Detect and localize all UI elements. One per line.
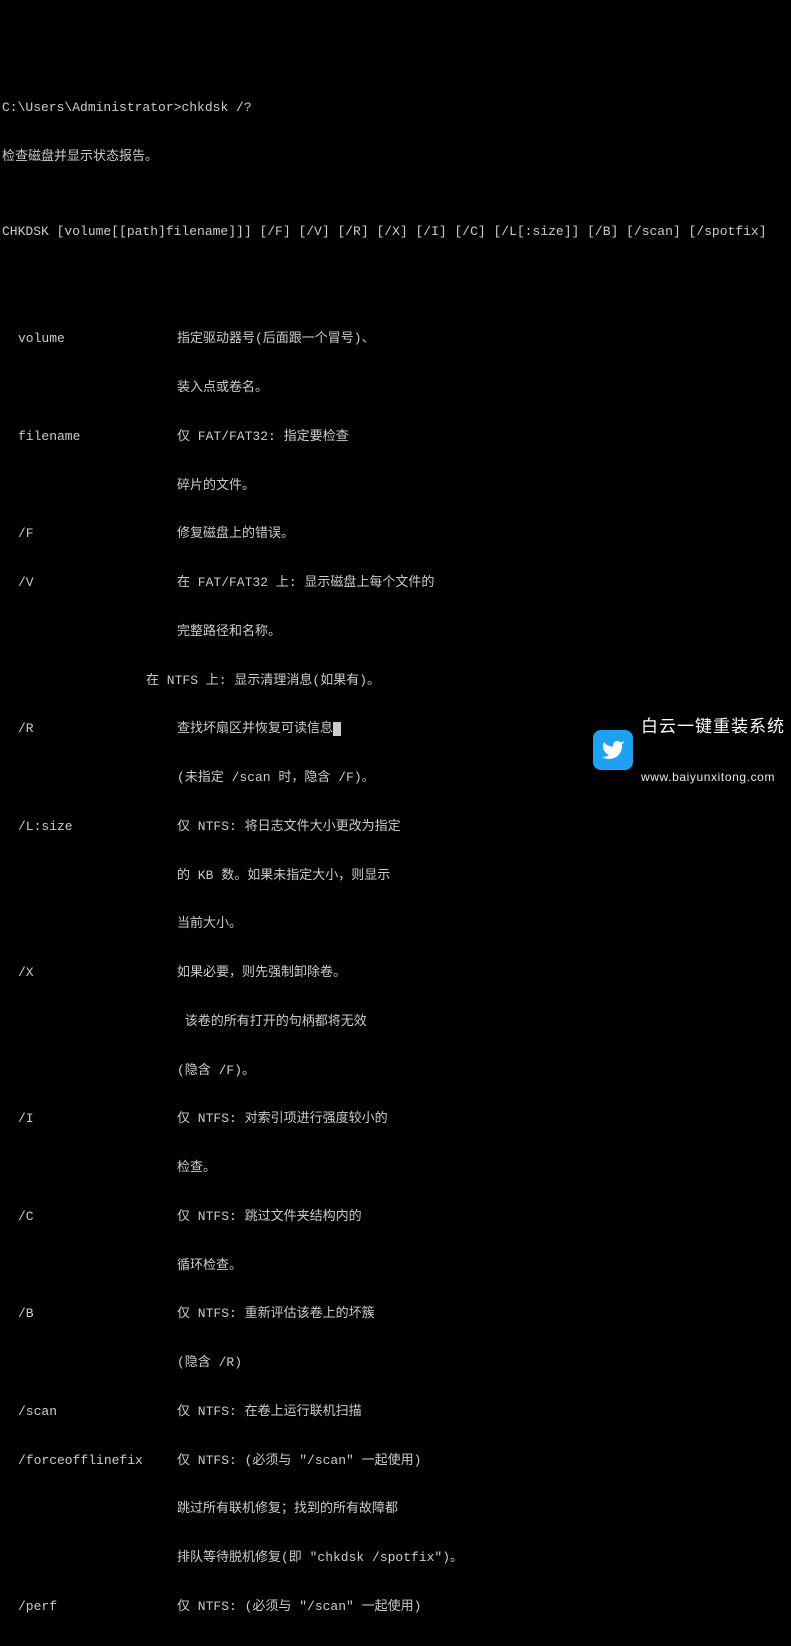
watermark: 白云一键重装系统 www.baiyunxitong.com <box>593 683 785 817</box>
param-desc: 检查。 <box>2 1160 789 1176</box>
param-name: /R <box>2 721 177 737</box>
cursor-icon <box>333 722 341 736</box>
param-name: filename <box>2 429 177 445</box>
param-name: /I <box>2 1111 177 1127</box>
param-desc: 跳过所有联机修复；找到的所有故障都 <box>2 1501 789 1517</box>
param-desc: 仅 NTFS: 跳过文件夹结构内的 <box>177 1209 789 1225</box>
param-name: /perf <box>2 1599 177 1615</box>
param-desc: 仅 FAT/FAT32: 指定要检查 <box>177 429 789 445</box>
param-name: /V <box>2 575 177 591</box>
param-name: /scan <box>2 1404 177 1420</box>
description-line: 检查磁盘并显示状态报告。 <box>2 149 789 165</box>
bird-icon <box>601 738 625 762</box>
prompt-line: C:\Users\Administrator>chkdsk /? <box>2 100 789 116</box>
syntax-line: CHKDSK [volume[[path]filename]]] [/F] [/… <box>2 224 789 240</box>
param-name: /L:size <box>2 819 177 835</box>
param-name: /X <box>2 965 177 981</box>
param-desc: 修复磁盘上的错误。 <box>177 526 789 542</box>
param-desc-text: 查找坏扇区并恢复可读信息 <box>177 721 333 736</box>
param-desc: (隐含 /R) <box>2 1355 789 1371</box>
param-desc: 仅 NTFS: 将日志文件大小更改为指定 <box>177 819 789 835</box>
param-name: volume <box>2 331 177 347</box>
param-desc: 仅 NTFS: 在卷上运行联机扫描 <box>177 1404 789 1420</box>
command-text: chkdsk /? <box>181 100 251 116</box>
param-desc: 在 FAT/FAT32 上: 显示磁盘上每个文件的 <box>177 575 789 591</box>
param-desc: 当前大小。 <box>2 916 789 932</box>
watermark-badge <box>593 730 633 770</box>
param-desc: 完整路径和名称。 <box>2 624 789 640</box>
watermark-url: www.baiyunxitong.com <box>641 770 785 785</box>
param-desc: 碎片的文件。 <box>2 478 789 494</box>
param-desc: 仅 NTFS: 重新评估该卷上的坏簇 <box>177 1306 789 1322</box>
param-desc: 仅 NTFS: 对索引项进行强度较小的 <box>177 1111 789 1127</box>
parameters-block: volume指定驱动器号(后面跟一个冒号)、 装入点或卷名。 filename仅… <box>2 299 789 1646</box>
param-desc: 该卷的所有打开的句柄都将无效 <box>2 1014 789 1030</box>
param-desc: 排队等待脱机修复(即 "chkdsk /spotfix")。 <box>2 1550 789 1566</box>
terminal-output: C:\Users\Administrator>chkdsk /? 检查磁盘并显示… <box>0 65 791 1646</box>
prompt-path: C:\Users\Administrator> <box>2 100 181 116</box>
watermark-title: 白云一键重装系统 <box>641 716 785 737</box>
param-desc: (隐含 /F)。 <box>2 1063 789 1079</box>
param-name: /forceofflinefix <box>2 1453 177 1469</box>
param-desc: 仅 NTFS: (必须与 "/scan" 一起使用) <box>177 1599 789 1615</box>
param-desc: 循环检查。 <box>2 1258 789 1274</box>
param-desc: 的 KB 数。如果未指定大小，则显示 <box>2 868 789 884</box>
param-name: /F <box>2 526 177 542</box>
param-desc: 指定驱动器号(后面跟一个冒号)、 <box>177 331 789 347</box>
param-desc: 仅 NTFS: (必须与 "/scan" 一起使用) <box>177 1453 789 1469</box>
watermark-text: 白云一键重装系统 www.baiyunxitong.com <box>641 683 785 817</box>
param-name: /B <box>2 1306 177 1322</box>
param-desc: 装入点或卷名。 <box>2 380 789 396</box>
param-name: /C <box>2 1209 177 1225</box>
param-desc: 如果必要，则先强制卸除卷。 <box>177 965 789 981</box>
